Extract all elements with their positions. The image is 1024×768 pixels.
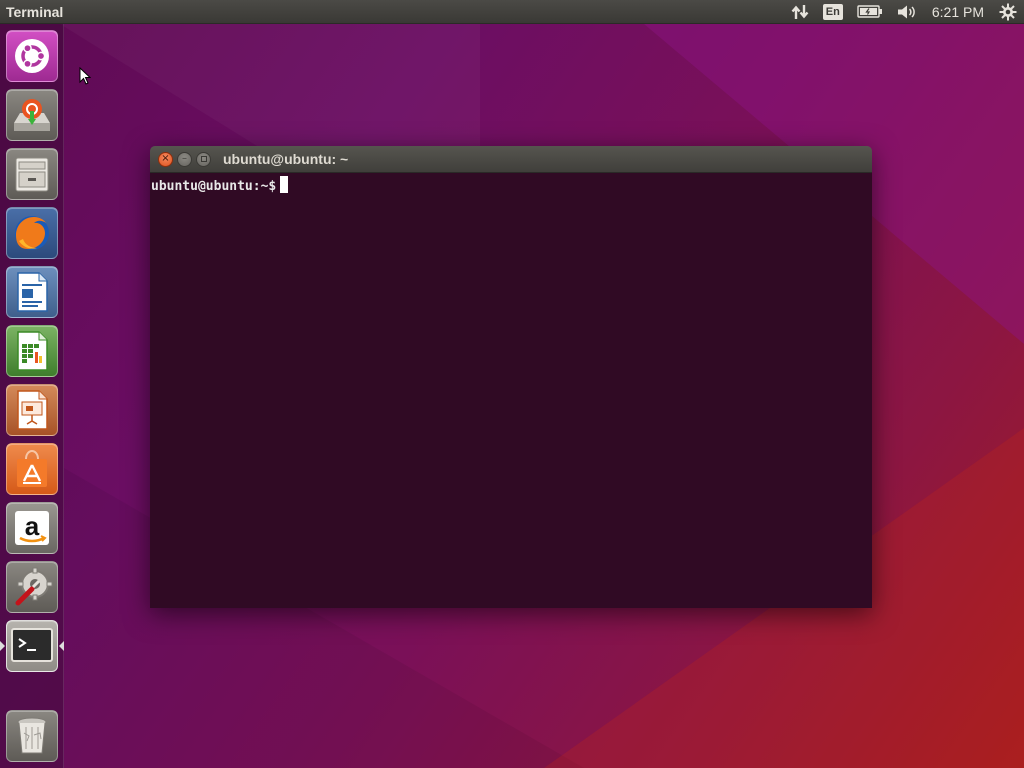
volume-icon[interactable] — [890, 0, 924, 24]
indicator-area: En 6:21 PM — [784, 0, 1024, 24]
libreoffice-writer-button[interactable] — [6, 266, 58, 318]
focused-indicator-arrow — [59, 641, 64, 651]
terminal-icon — [11, 628, 53, 662]
gear-icon[interactable] — [992, 0, 1024, 24]
network-icon[interactable] — [784, 0, 816, 24]
installer-icon — [14, 99, 50, 131]
top-panel: Terminal En 6:21 PM — [0, 0, 1024, 24]
files-button[interactable] — [6, 148, 58, 200]
window-titlebar[interactable]: × – ubuntu@ubuntu: ~ — [150, 146, 872, 173]
close-button[interactable]: × — [158, 151, 173, 167]
trash-icon — [17, 717, 47, 754]
writer-icon — [17, 272, 48, 312]
firefox-button[interactable] — [6, 207, 58, 259]
system-settings-button[interactable] — [6, 561, 58, 613]
window-title: ubuntu@ubuntu: ~ — [223, 151, 349, 167]
maximize-icon — [200, 156, 207, 162]
close-icon: × — [161, 153, 170, 164]
firefox-icon — [15, 216, 49, 250]
file-cabinet-icon — [15, 157, 49, 192]
launcher: a — [0, 24, 64, 768]
mouse-pointer-icon — [79, 67, 91, 85]
terminal-launcher-button[interactable] — [6, 620, 58, 672]
shell-prompt: ubuntu@ubuntu:~$ — [151, 179, 277, 194]
language-label: En — [822, 3, 843, 20]
software-bag-icon — [17, 449, 47, 487]
libreoffice-calc-button[interactable] — [6, 325, 58, 377]
trash-button[interactable] — [6, 710, 58, 762]
clock[interactable]: 6:21 PM — [924, 0, 992, 24]
calc-icon — [17, 331, 48, 371]
terminal-content[interactable]: ubuntu@ubuntu:~$ — [150, 173, 872, 608]
settings-wrench-icon — [15, 567, 53, 606]
keyboard-language-indicator[interactable]: En — [816, 0, 850, 24]
ubuntu-logo-icon — [15, 39, 49, 73]
maximize-button[interactable] — [196, 151, 211, 167]
minimize-button[interactable]: – — [177, 151, 192, 167]
amazon-icon: a — [15, 511, 49, 545]
battery-icon[interactable] — [850, 0, 890, 24]
libreoffice-impress-button[interactable] — [6, 384, 58, 436]
svg-text:a: a — [25, 511, 40, 541]
terminal-window[interactable]: × – ubuntu@ubuntu: ~ ubuntu@ubuntu:~$ — [150, 146, 872, 608]
amazon-button[interactable]: a — [6, 502, 58, 554]
minimize-icon: – — [182, 153, 187, 164]
install-ubuntu-button[interactable] — [6, 89, 58, 141]
ubuntu-software-button[interactable] — [6, 443, 58, 495]
dash-home-button[interactable] — [6, 30, 58, 82]
text-cursor — [280, 176, 289, 193]
active-indicator-arrow — [0, 641, 5, 651]
impress-icon — [17, 390, 48, 430]
app-title: Terminal — [6, 3, 64, 20]
